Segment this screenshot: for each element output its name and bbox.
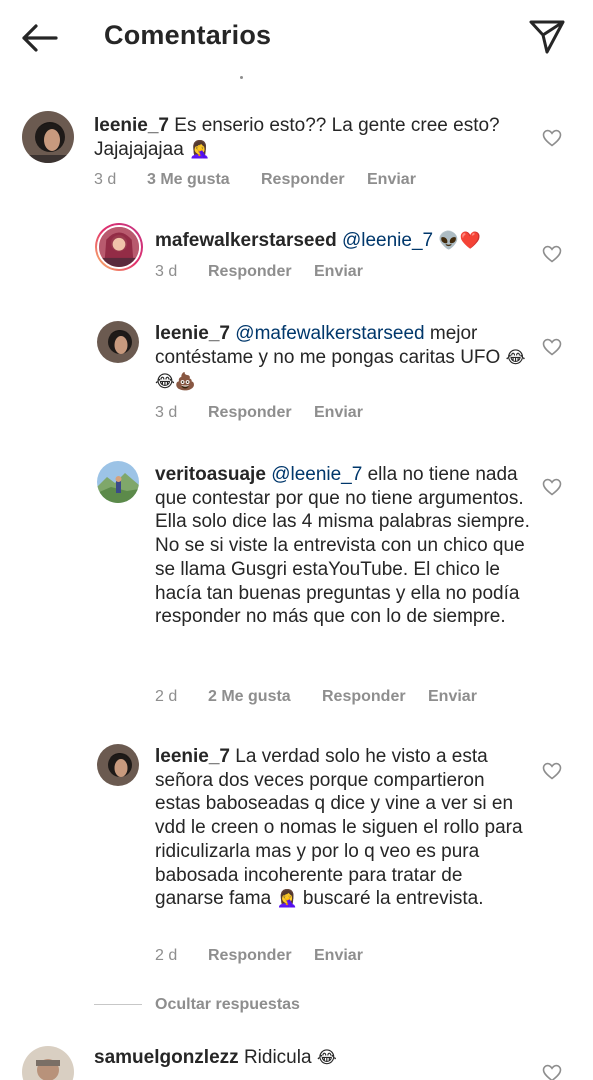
reply-button[interactable]: Responder [208,404,292,422]
heart-icon [542,129,562,147]
page-title: Comentarios [104,20,272,50]
comment-time: 3 d [155,404,178,421]
like-button[interactable] [542,245,562,263]
comment-username[interactable]: mafewalkerstarseed [155,230,337,251]
heart-icon [542,478,562,496]
back-button[interactable] [20,22,60,54]
like-button[interactable] [542,762,562,780]
avatar[interactable] [95,223,143,271]
heart-icon [542,1064,562,1080]
like-button[interactable] [542,1064,562,1080]
send-comment-button[interactable]: Enviar [428,688,477,706]
comment-username[interactable]: samuelgonzlezz [94,1047,239,1068]
alien-heart-emoji: 👽❤️ [438,231,481,251]
comment-text: Ridicula [243,1047,312,1068]
avatar[interactable] [97,321,139,363]
comment-username[interactable]: leenie_7 [155,746,230,767]
avatar[interactable] [97,744,139,786]
reply-button[interactable]: Responder [208,263,292,281]
comment-username[interactable]: veritoasuaje [155,464,266,485]
heart-icon [542,245,562,263]
send-comment-button[interactable]: Enviar [314,947,363,965]
top-bar: Comentarios [0,0,593,76]
like-button[interactable] [542,478,562,496]
comment-text: ella no tiene nada que contestar por que… [155,464,530,628]
comment-username[interactable]: leenie_7 [94,115,169,136]
like-button[interactable] [542,129,562,147]
comment-text: La verdad solo he visto a esta señora do… [155,746,523,910]
likes-count[interactable]: 2 Me gusta [208,688,291,706]
facepalm-emoji: 🤦‍♀️ [276,889,298,910]
facepalm-emoji: 🤦‍♀️ [189,139,211,160]
heart-icon [542,338,562,356]
divider-dot [240,76,243,79]
mention-link[interactable]: @mafewalkerstarseed [235,323,424,344]
comment-time: 3 d [94,171,117,188]
heart-icon [542,762,562,780]
mention-link[interactable]: @leenie_7 [271,464,362,485]
avatar[interactable] [22,1046,74,1080]
laughing-emoji: 😂 [316,1048,337,1068]
paper-plane-icon [529,20,565,54]
likes-count[interactable]: 3 Me gusta [147,171,230,189]
avatar[interactable] [22,111,74,163]
comment-time: 2 d [155,947,178,964]
send-button[interactable] [527,18,567,56]
comment-time: 2 d [155,688,178,705]
avatar[interactable] [97,461,139,503]
like-button[interactable] [542,338,562,356]
comment-time: 3 d [155,263,178,280]
comment-text-end: buscaré la entrevista. [302,888,484,910]
send-comment-button[interactable]: Enviar [314,404,363,422]
mention-link[interactable]: @leenie_7 [342,230,433,251]
reply-button[interactable]: Responder [208,947,292,965]
divider-line [94,1004,142,1005]
reply-button[interactable]: Responder [322,688,406,706]
reply-button[interactable]: Responder [261,171,345,189]
comment-username[interactable]: leenie_7 [155,323,230,344]
arrow-left-icon [22,24,58,52]
send-comment-button[interactable]: Enviar [367,171,416,189]
send-comment-button[interactable]: Enviar [314,263,363,281]
hide-replies-button[interactable]: Ocultar respuestas [155,996,300,1014]
